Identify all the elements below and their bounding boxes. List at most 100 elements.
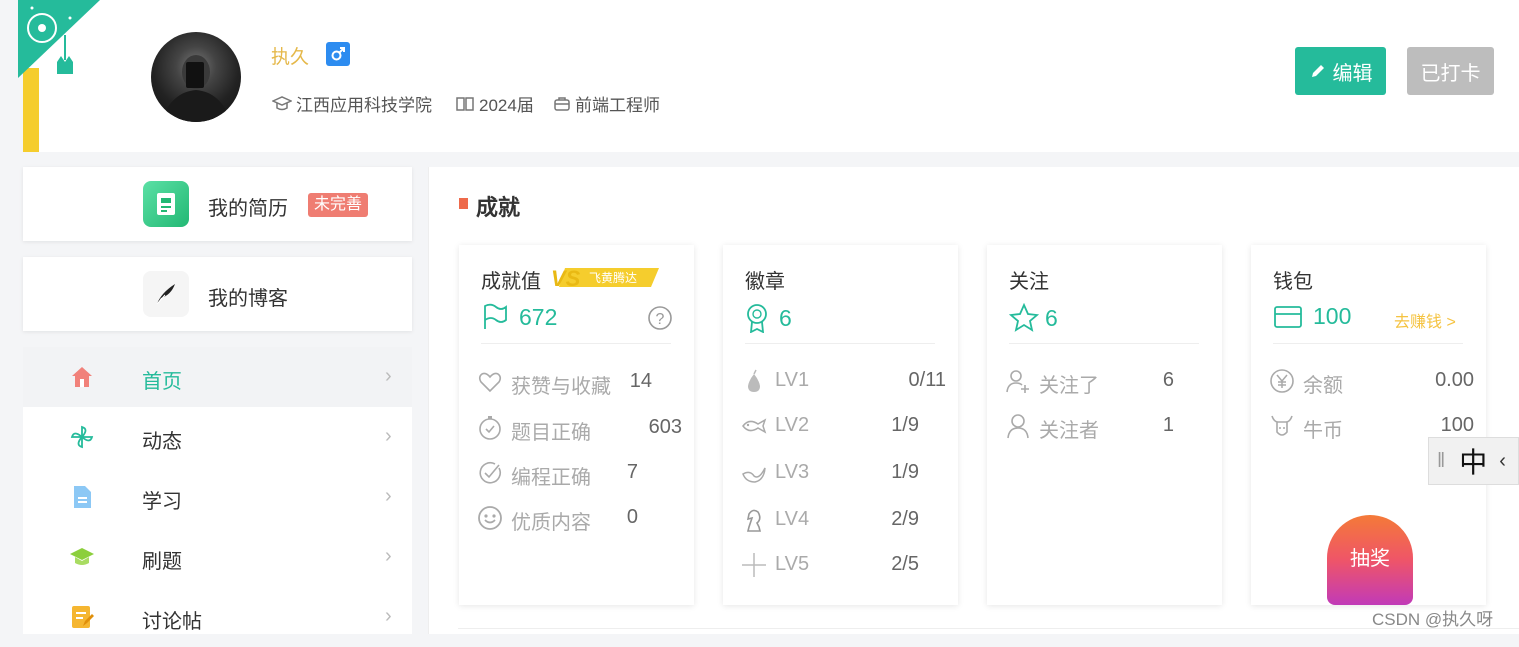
row-label: LV2 [775, 414, 810, 436]
row-value: 1/9 [891, 461, 919, 483]
quill-icon [143, 271, 189, 317]
follow-value: 6 [1045, 304, 1058, 331]
position-info: 前端工程师 [553, 91, 660, 116]
badges-summary: 6 [745, 303, 792, 333]
followers-row[interactable]: 关注者 1 [1005, 411, 1210, 442]
row-label: 编程正确 [511, 467, 591, 489]
username: 执久 [271, 47, 310, 68]
ime-mode-label[interactable]: 中 [1459, 441, 1487, 481]
edit-button-label: 编辑 [1332, 62, 1373, 85]
resume-status-badge: 未完善 [308, 193, 369, 217]
blog-label: 我的博客 [208, 288, 288, 310]
divider [1273, 343, 1463, 344]
sidebar-item-label: 动态 [142, 431, 182, 453]
sparkle-icon [742, 553, 766, 577]
sidebar-item-label: 刷题 [142, 551, 182, 573]
resume-card[interactable]: 我的简历 未完善 [23, 167, 412, 241]
stat-row: 优质内容 0 [477, 503, 682, 534]
pear-icon [748, 369, 760, 392]
row-label: LV1 [775, 369, 810, 391]
score-summary: 672 [481, 303, 557, 331]
stat-row: LV4 2/9 [741, 505, 946, 535]
card-title: 关注 [1009, 271, 1049, 293]
wallet-summary: 100 [1273, 303, 1351, 330]
row-value: 6 [1162, 369, 1174, 391]
stat-row: LV2 1/9 [741, 411, 946, 441]
edit-note-icon [72, 606, 94, 628]
sidebar-item-study[interactable]: 学习 › [23, 467, 412, 527]
badges-card: 徽章 6 LV1 0/11 LV2 1/9 LV3 1/9 LV4 2/9 LV… [723, 245, 958, 605]
follow-card: 关注 6 关注了 6 关注者 1 [987, 245, 1222, 605]
chevron-right-icon: › [385, 425, 392, 447]
pinwheel-icon [70, 425, 94, 449]
drag-handle-icon[interactable]: ‖ [1437, 450, 1445, 473]
sidebar-nav: 首页 › 动态 › 学习 › 刷题 › 讨论帖 › [23, 347, 412, 634]
book-icon [456, 96, 474, 111]
row-value: 7 [626, 461, 638, 483]
stopwatch-check-icon [479, 416, 501, 440]
stat-row: 编程正确 7 [477, 458, 682, 489]
follow-summary: 6 [1009, 303, 1058, 333]
graduation-cap-icon [272, 95, 292, 110]
vs-badge-text: 飞黄腾达 [589, 270, 637, 285]
stat-row: 题目正确 603 [477, 413, 682, 444]
watermark: CSDN @执久呀 [1372, 610, 1494, 629]
divider [1009, 343, 1199, 344]
checkin-button[interactable]: 已打卡 [1407, 47, 1494, 95]
avatar[interactable] [151, 32, 241, 122]
edit-button[interactable]: 编辑 [1295, 47, 1386, 95]
row-label: 获赞与收藏 [511, 376, 611, 398]
chevron-right-icon: › [385, 485, 392, 507]
row-label: 优质内容 [511, 512, 591, 534]
row-label: LV5 [775, 553, 810, 575]
fish-icon [742, 418, 767, 434]
bird-icon [742, 467, 766, 483]
card-icon [1274, 305, 1302, 328]
sidebar-item-label: 首页 [142, 371, 182, 393]
position-title: 前端工程师 [575, 96, 660, 115]
blog-card[interactable]: 我的博客 [23, 257, 412, 331]
card-title: 徽章 [745, 271, 785, 293]
graduation-cap-icon [70, 548, 94, 565]
graduation-info: 2024届 [455, 91, 534, 116]
row-label: 关注了 [1039, 375, 1099, 397]
sidebar-item-practice[interactable]: 刷题 › [23, 527, 412, 587]
divider [745, 343, 935, 344]
row-label: 关注者 [1039, 420, 1099, 442]
achievement-card: 成就值 VS 飞黄腾达 672 ? 获赞与收藏 14 题目正确 603 编程正确… [459, 245, 694, 605]
divider [481, 343, 671, 344]
badges-value: 6 [779, 304, 792, 331]
row-value: 2/9 [891, 508, 919, 530]
ox-icon [1271, 415, 1293, 436]
chevron-right-icon: › [385, 545, 392, 567]
chevron-left-icon[interactable]: ‹ [1499, 450, 1506, 473]
row-value: 603 [648, 416, 682, 438]
row-value: 1/9 [891, 414, 919, 436]
card-title: 成就值 [481, 271, 541, 293]
lottery-button[interactable]: 抽奖 [1327, 515, 1413, 605]
chevron-right-icon: › [385, 605, 392, 627]
sidebar-item-discussion[interactable]: 讨论帖 › [23, 587, 412, 647]
ime-toolbar[interactable]: ‖ 中 ‹ [1428, 437, 1519, 485]
briefcase-icon [554, 96, 570, 111]
divider [458, 628, 1519, 634]
sidebar-item-home[interactable]: 首页 › [23, 347, 412, 407]
chevron-right-icon: › [385, 365, 392, 387]
user-icon [1007, 414, 1029, 439]
score-value: 672 [519, 303, 558, 330]
help-icon[interactable]: ? [647, 305, 673, 331]
heart-icon [478, 372, 502, 393]
row-value: 100 [1440, 414, 1474, 436]
male-gender-icon [326, 42, 350, 66]
row-value: 0/11 [908, 369, 946, 391]
following-row[interactable]: 关注了 6 [1005, 366, 1210, 397]
stat-row: 获赞与收藏 14 [477, 367, 682, 398]
card-title: 钱包 [1273, 271, 1313, 293]
medal-icon [747, 304, 767, 333]
flag-icon [484, 303, 507, 329]
pencil-icon [1311, 65, 1324, 77]
resume-label: 我的简历 [208, 198, 288, 220]
school-name: 江西应用科技学院 [296, 96, 432, 115]
sidebar-item-activity[interactable]: 动态 › [23, 407, 412, 467]
earn-money-link[interactable]: 去赚钱 > [1394, 308, 1456, 332]
